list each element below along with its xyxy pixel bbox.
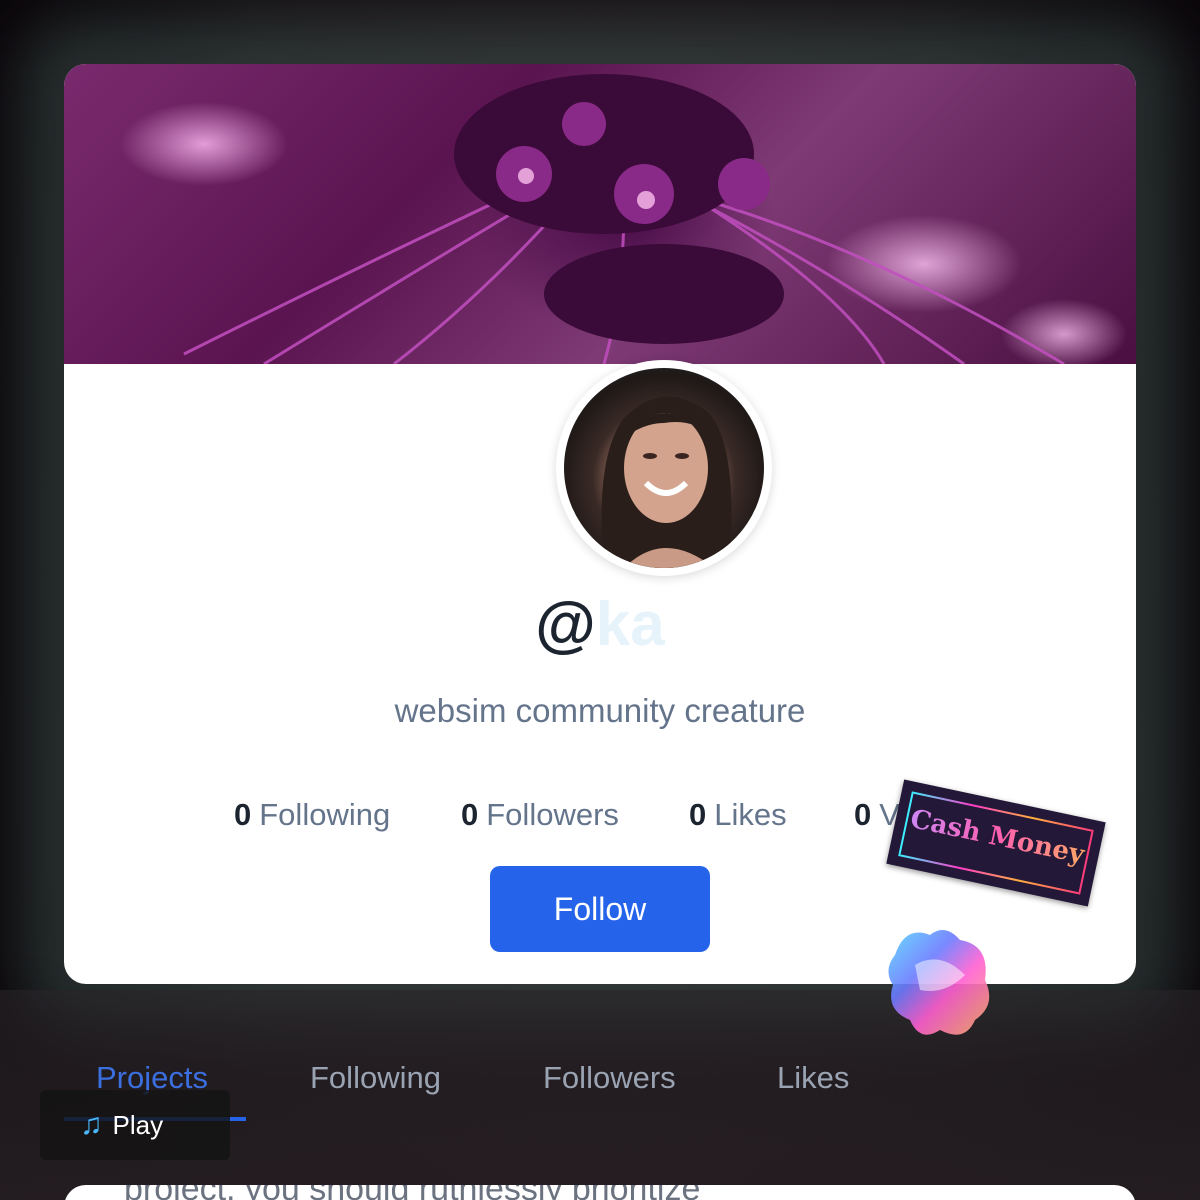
music-play-button[interactable]: ♫ Play	[40, 1090, 230, 1160]
username-text: ka	[595, 590, 665, 659]
tab-followers[interactable]: Followers	[543, 1060, 676, 1096]
profile-bio: websim community creature	[394, 692, 806, 729]
stat-label: Likes	[714, 797, 787, 832]
music-note-icon: ♫	[80, 1108, 103, 1141]
stat-count: 0	[689, 797, 707, 832]
stat-label: Following	[259, 797, 391, 832]
avatar-photo	[564, 368, 764, 568]
stat-followers[interactable]: 0 Followers	[461, 797, 619, 833]
follow-button[interactable]: Follow	[490, 866, 710, 952]
tab-likes[interactable]: Likes	[777, 1060, 849, 1096]
stat-count: 0	[234, 797, 252, 832]
profile-username: @ka	[64, 589, 1136, 660]
stat-likes[interactable]: 0 Likes	[689, 797, 787, 833]
profile-banner-image	[64, 64, 1136, 364]
username-at-symbol: @	[535, 590, 596, 659]
project-card[interactable]: project, you should ruthlessly prioritiz…	[64, 1185, 1136, 1200]
play-label: Play	[112, 1109, 164, 1140]
holographic-sticker[interactable]	[885, 925, 997, 1043]
stat-count: 0	[461, 797, 479, 832]
stat-label: Followers	[486, 797, 619, 832]
avatar[interactable]	[556, 360, 772, 576]
tab-following[interactable]: Following	[310, 1060, 441, 1096]
project-card-text: project, you should ruthlessly prioritiz…	[124, 1185, 700, 1200]
stat-count: 0	[854, 797, 872, 832]
stat-following[interactable]: 0 Following	[234, 797, 390, 833]
